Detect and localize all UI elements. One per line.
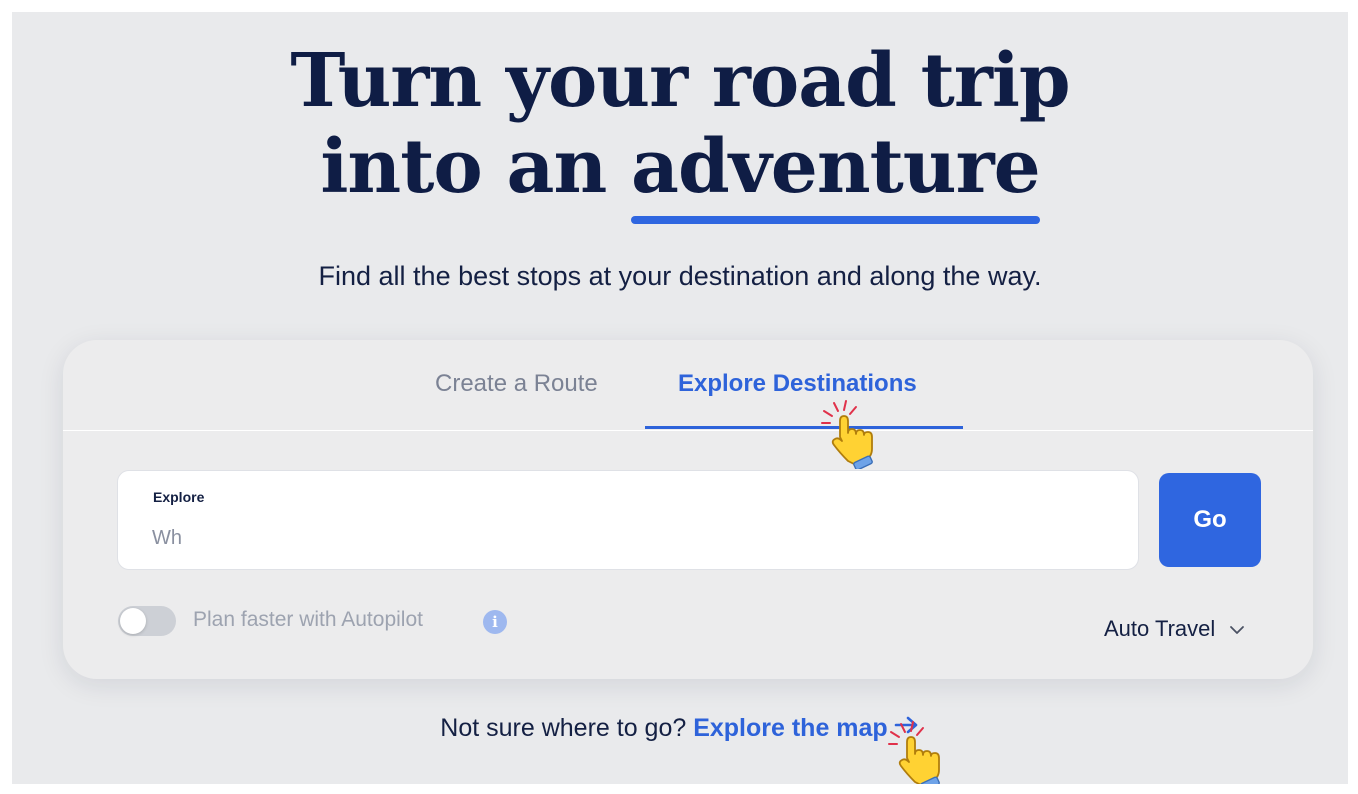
go-button[interactable]: Go: [1159, 473, 1261, 567]
chevron-down-icon: [1229, 615, 1245, 641]
explore-map-prompt-text: Not sure where to go?: [440, 714, 694, 742]
hero-title-accent-text: adventure: [631, 124, 1041, 210]
tab-create-route[interactable]: Create a Route: [435, 370, 598, 398]
travel-mode-dropdown[interactable]: Auto Travel: [1104, 616, 1245, 642]
hero-subtitle: Find all the best stops at your destinat…: [318, 261, 1042, 291]
page: Turn your road trip into an adventure Fi…: [12, 12, 1348, 784]
explore-map-link-label: Explore the map: [693, 714, 888, 742]
info-icon[interactable]: i: [483, 610, 507, 634]
explore-map-link[interactable]: Explore the map: [693, 714, 920, 742]
hero-title-line-2: into an adventure: [12, 124, 1348, 224]
explore-input[interactable]: [152, 523, 1102, 553]
explore-map-prompt: Not sure where to go? Explore the map: [12, 714, 1348, 743]
hero-title-accent: adventure: [631, 124, 1041, 224]
hero-title-prefix: into an: [320, 124, 632, 210]
arrow-right-icon: [894, 713, 920, 742]
explore-field-label: Explore: [153, 489, 205, 505]
trip-planner-card: Create a Route Explore Destinations Expl…: [63, 340, 1313, 679]
accent-underline: [631, 216, 1040, 224]
hero-title: Turn your road trip into an adventure: [12, 38, 1348, 224]
explore-field[interactable]: Explore: [117, 470, 1139, 570]
active-tab-indicator: [645, 426, 963, 429]
planner-tabs: Create a Route Explore Destinations: [63, 340, 1313, 431]
autopilot-toggle-knob: [120, 608, 146, 634]
travel-mode-label: Auto Travel: [1104, 616, 1216, 641]
tab-explore-destinations[interactable]: Explore Destinations: [678, 370, 917, 398]
autopilot-label: Plan faster with Autopilot: [193, 608, 423, 631]
autopilot-toggle[interactable]: [118, 606, 176, 636]
hero-title-line-1: Turn your road trip: [290, 38, 1070, 124]
